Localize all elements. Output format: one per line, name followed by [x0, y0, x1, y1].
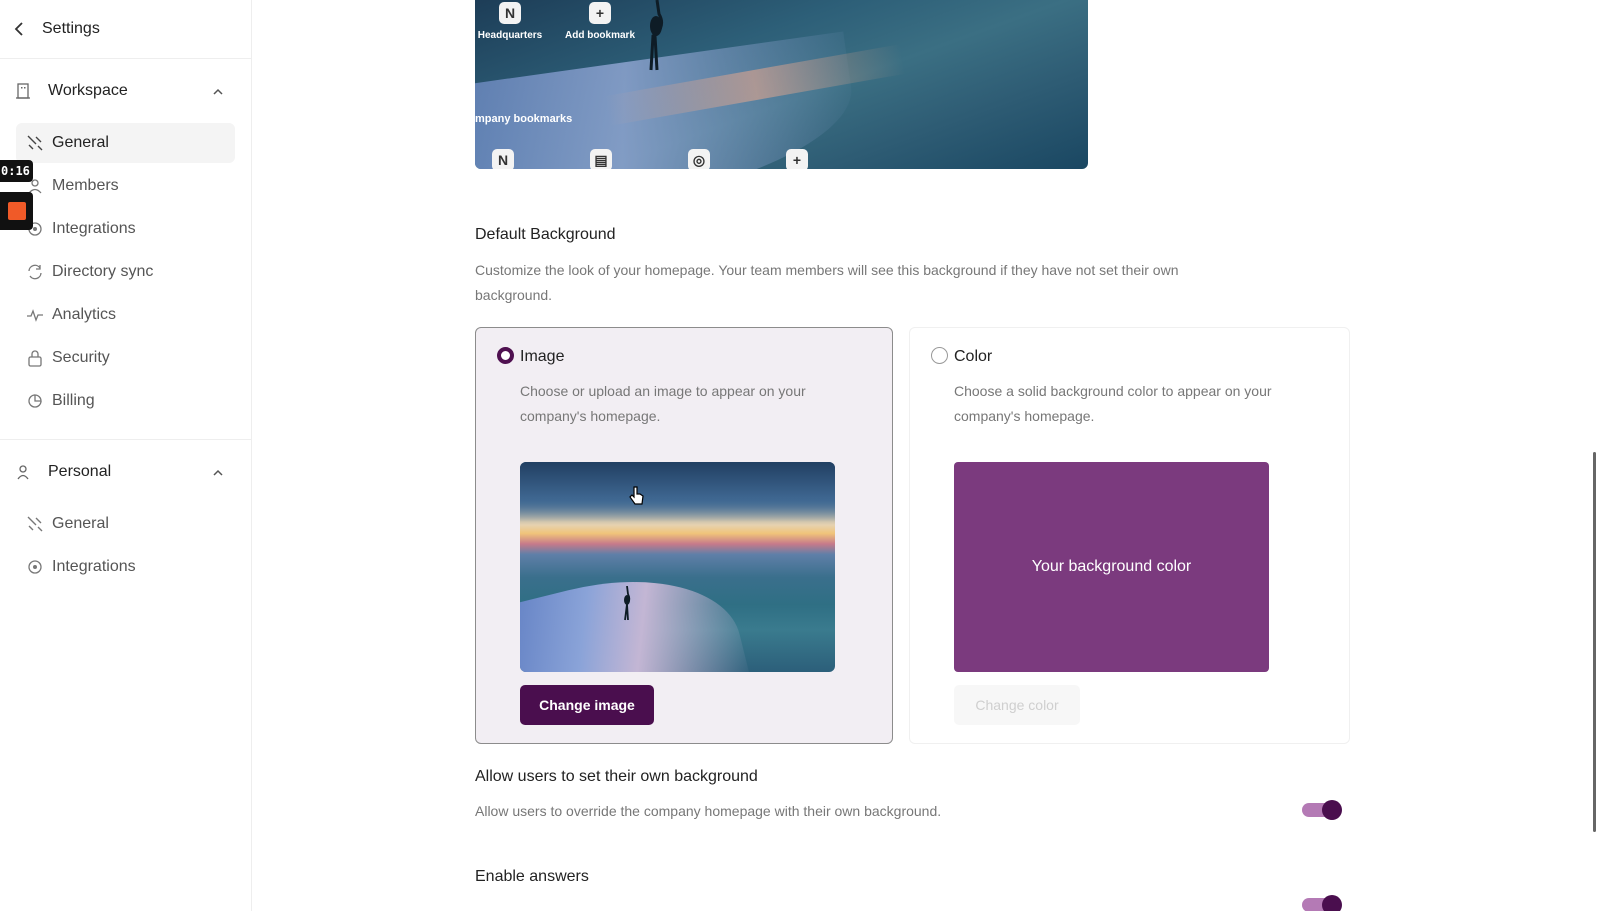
enable-answers-toggle[interactable]: [1302, 895, 1342, 911]
image-radio[interactable]: [497, 347, 514, 364]
image-option-label: Image: [520, 348, 565, 365]
tools-icon: [26, 134, 44, 152]
allow-own-background-toggle[interactable]: [1302, 800, 1342, 820]
color-option-description: Choose a solid background color to appea…: [954, 383, 1272, 424]
sync-icon: [26, 263, 44, 281]
hand-cursor-icon: [629, 486, 644, 505]
sidebar-item-label: Members: [52, 177, 119, 194]
sidebar-item-directory-sync[interactable]: Directory sync: [16, 252, 235, 292]
sidebar-item-label: Integrations: [52, 220, 136, 237]
default-background-description: Customize the look of your homepage. You…: [475, 262, 1179, 303]
sidebar-item-label: Integrations: [52, 558, 136, 575]
sidebar-item-general[interactable]: General: [16, 123, 235, 163]
sidebar-item-label: Billing: [52, 392, 95, 409]
notion-icon: N: [499, 2, 521, 24]
sidebar-item-label: Security: [52, 349, 110, 366]
sidebar-title: Settings: [42, 20, 100, 37]
sidebar-item-label: Analytics: [52, 306, 117, 323]
bookmark-label: Add bookmark: [565, 30, 636, 41]
sidebar-item-security[interactable]: Security: [16, 338, 235, 378]
company-bookmarks-label: mpany bookmarks: [475, 113, 573, 125]
background-image-preview[interactable]: [520, 462, 835, 672]
allow-own-background-title: Allow users to set their own background: [475, 768, 758, 785]
photo-sky: [520, 462, 835, 522]
sidebar-item-label: General: [52, 515, 109, 532]
sidebar-item-analytics[interactable]: Analytics: [16, 295, 235, 335]
bookmark-headquarters[interactable]: N Headquarters: [475, 2, 545, 41]
default-background-title: Default Background: [475, 226, 616, 243]
bookmark-label: Headquarters: [477, 30, 543, 41]
sidebar-item-personal-general[interactable]: General: [16, 504, 235, 544]
lock-icon: [26, 349, 44, 367]
photo-beach: [520, 552, 754, 672]
section-personal[interactable]: Personal: [0, 440, 251, 504]
background-color-swatch[interactable]: Your background color: [954, 462, 1269, 672]
settings-sidebar: Settings Workspace General Members Integ…: [0, 0, 252, 911]
chevron-up-icon[interactable]: [213, 85, 225, 97]
homepage-preview: N Headquarters + Add bookmark mpany book…: [475, 0, 1088, 169]
change-color-button[interactable]: Change color: [954, 685, 1080, 725]
add-bookmark-button[interactable]: + Add bookmark: [565, 2, 635, 41]
color-option-card[interactable]: Color Choose a solid background color to…: [909, 327, 1350, 744]
sidebar-item-billing[interactable]: Billing: [16, 381, 235, 421]
folder-icon: ▤: [590, 149, 612, 169]
sidebar-header[interactable]: Settings: [0, 0, 251, 59]
color-option-label: Color: [954, 348, 993, 365]
change-image-button[interactable]: Change image: [520, 685, 654, 725]
bookmark-tile[interactable]: N: [492, 149, 514, 169]
toggle-knob: [1322, 895, 1342, 911]
color-radio[interactable]: [931, 347, 948, 364]
section-workspace-label: Workspace: [48, 82, 128, 99]
tools-icon: [26, 515, 44, 533]
bookmark-tile[interactable]: ▤: [590, 149, 612, 169]
toggle-knob: [1322, 800, 1342, 820]
image-option-card[interactable]: Image Choose or upload an image to appea…: [475, 327, 893, 744]
sidebar-item-personal-integrations[interactable]: Integrations: [16, 547, 235, 587]
sidebar-item-members[interactable]: Members: [16, 166, 235, 206]
sidebar-item-integrations[interactable]: Integrations: [16, 209, 235, 249]
recording-timer: 0:16: [0, 160, 33, 182]
image-option-description: Choose or upload an image to appear on y…: [520, 383, 806, 424]
heron-image: [624, 586, 631, 621]
chevron-up-icon[interactable]: [213, 466, 225, 478]
page-scrollbar[interactable]: [1593, 452, 1596, 832]
allow-own-background-description: Allow users to override the company home…: [475, 803, 942, 819]
building-icon: [14, 82, 32, 100]
chevron-left-icon[interactable]: [14, 21, 30, 37]
plus-icon: +: [589, 2, 611, 24]
globe-icon: ◎: [688, 149, 710, 169]
analytics-icon: [26, 306, 44, 324]
bookmark-tile[interactable]: ◎: [688, 149, 710, 169]
billing-icon: [26, 392, 44, 410]
section-workspace[interactable]: Workspace: [0, 59, 251, 123]
enable-answers-title: Enable answers: [475, 868, 589, 885]
add-company-bookmark-button[interactable]: +: [786, 149, 808, 169]
notion-icon: N: [492, 149, 514, 169]
heron-image: [649, 0, 664, 71]
user-icon: [14, 463, 32, 481]
plus-icon: +: [786, 149, 808, 169]
integrations-icon: [26, 558, 44, 576]
sidebar-item-label: Directory sync: [52, 263, 154, 280]
section-personal-label: Personal: [48, 463, 112, 480]
sidebar-item-label: General: [52, 134, 109, 151]
stop-icon: [7, 202, 26, 220]
recording-stop-button[interactable]: [0, 192, 33, 230]
